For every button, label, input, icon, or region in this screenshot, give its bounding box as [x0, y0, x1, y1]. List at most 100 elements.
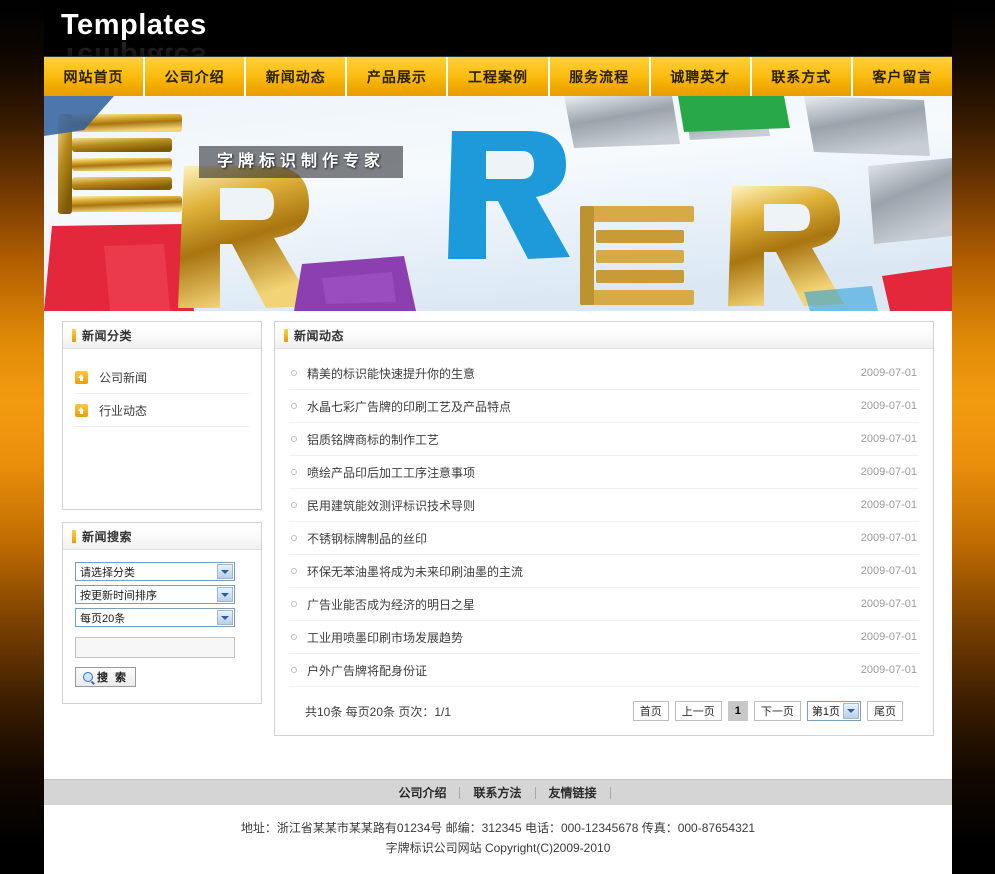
category-select-value: 请选择分类 [80, 566, 135, 579]
news-item-date: 2009-07-01 [860, 400, 917, 412]
nav-item-feedback[interactable]: 客户留言 [853, 57, 952, 96]
nav-item-news[interactable]: 新闻动态 [246, 57, 348, 96]
news-category-header: 新闻分类 [63, 322, 261, 349]
news-item-title: 铝质铭牌商标的制作工艺 [307, 432, 440, 447]
news-item-title: 水晶七彩广告牌的印刷工艺及产品特点 [307, 399, 512, 414]
list-item[interactable]: 铝质铭牌商标的制作工艺 2009-07-01 [289, 423, 919, 456]
site-logo[interactable]: Templates Templates [61, 8, 207, 56]
header-accent-bar [72, 529, 76, 543]
sort-select[interactable]: 按更新时间排序 [75, 585, 235, 604]
news-list-panel: 新闻动态 精美的标识能快速提升你的生意 2009-07-01 水晶七彩广告牌的印… [274, 321, 934, 736]
pagination-first-button[interactable]: 首页 [632, 701, 669, 721]
page-container: Templates Templates 网站首页 公司介绍 新闻动态 产品展示 … [44, 0, 952, 874]
footer-link-contact[interactable]: 联系方法 [460, 786, 536, 799]
pagination-current-page[interactable]: 1 [727, 701, 748, 721]
list-item[interactable]: 喷绘产品印后加工工序注意事项 2009-07-01 [289, 456, 919, 489]
pagination-info: 共10条 每页20条 页次：1/1 [305, 704, 452, 719]
footer-link-about[interactable]: 公司介绍 [385, 786, 461, 799]
nav-item-contact[interactable]: 联系方式 [752, 57, 853, 96]
circle-bullet-icon [291, 634, 297, 640]
circle-bullet-icon [291, 601, 297, 607]
news-item-title: 喷绘产品印后加工工序注意事项 [307, 465, 476, 480]
sidebar-item-company-news[interactable]: 公司新闻 [75, 361, 249, 394]
news-item-title: 环保无苯油墨将成为未来印刷油墨的主流 [307, 564, 524, 579]
chevron-down-icon [217, 610, 233, 625]
footer-copyright: 字牌标识公司网站 Copyright(C)2009-2010 [385, 841, 611, 855]
nav-item-cases[interactable]: 工程案例 [448, 57, 550, 96]
sidebar: 新闻分类 公司新闻 行业动态 新闻搜索 请选择分类 按更新时间排序 每页20条 … [62, 321, 262, 716]
list-item[interactable]: 不锈钢标牌制品的丝印 2009-07-01 [289, 522, 919, 555]
circle-bullet-icon [291, 568, 297, 574]
news-item-title: 精美的标识能快速提升你的生意 [307, 366, 476, 381]
news-item-date: 2009-07-01 [860, 367, 917, 379]
main-content: 新闻分类 公司新闻 行业动态 新闻搜索 请选择分类 按更新时间排序 每页20条 … [44, 311, 952, 779]
sort-select-value: 按更新时间排序 [80, 589, 157, 602]
pagesize-select-value: 每页20条 [80, 612, 126, 625]
site-logo-text: Templates [61, 9, 207, 41]
news-item-title: 不锈钢标牌制品的丝印 [307, 531, 428, 546]
news-category-body: 公司新闻 行业动态 [63, 349, 261, 509]
news-search-panel: 新闻搜索 请选择分类 按更新时间排序 每页20条 搜 索 [62, 522, 262, 704]
chevron-down-icon [217, 564, 233, 579]
list-item[interactable]: 精美的标识能快速提升你的生意 2009-07-01 [289, 357, 919, 390]
site-logo-reflection: Templates [61, 41, 207, 56]
circle-bullet-icon [291, 667, 297, 673]
pagination-page-select[interactable]: 第1页 [806, 701, 861, 721]
nav-item-jobs[interactable]: 诚聘英才 [651, 57, 752, 96]
pagination-controls: 首页 上一页 1 下一页 第1页 尾页 [632, 701, 903, 721]
magnifier-icon [83, 672, 93, 682]
circle-bullet-icon [291, 469, 297, 475]
list-item[interactable]: 广告业能否成为经济的明日之星 2009-07-01 [289, 588, 919, 621]
list-item[interactable]: 环保无苯油墨将成为未来印刷油墨的主流 2009-07-01 [289, 555, 919, 588]
circle-bullet-icon [291, 502, 297, 508]
chevron-down-icon [843, 703, 859, 719]
news-column: 新闻动态 精美的标识能快速提升你的生意 2009-07-01 水晶七彩广告牌的印… [274, 321, 934, 736]
nav-item-service[interactable]: 服务流程 [550, 57, 651, 96]
pagination-prev-button[interactable]: 上一页 [674, 701, 722, 721]
main-navigation: 网站首页 公司介绍 新闻动态 产品展示 工程案例 服务流程 诚聘英才 联系方式 … [44, 56, 952, 96]
news-item-date: 2009-07-01 [860, 631, 917, 643]
list-item[interactable]: 民用建筑能效测评标识技术导则 2009-07-01 [289, 489, 919, 522]
pagination-last-button[interactable]: 尾页 [867, 701, 903, 721]
news-item-date: 2009-07-01 [860, 598, 917, 610]
news-item-date: 2009-07-01 [860, 466, 917, 478]
hero-banner: 字牌标识制作专家 [44, 96, 952, 311]
up-arrow-icon [75, 370, 88, 384]
pagesize-select[interactable]: 每页20条 [75, 608, 235, 627]
news-item-title: 工业用喷墨印刷市场发展趋势 [307, 630, 464, 645]
news-category-panel: 新闻分类 公司新闻 行业动态 [62, 321, 262, 510]
footer-info: 地址：浙江省某某市某某路有01234号 邮编：312345 电话：000-123… [44, 805, 952, 858]
sidebar-item-industry-news[interactable]: 行业动态 [75, 394, 249, 427]
sidebar-item-label: 行业动态 [99, 403, 148, 418]
nav-item-about[interactable]: 公司介绍 [145, 57, 247, 96]
search-button-label: 搜 索 [97, 672, 129, 684]
list-item[interactable]: 水晶七彩广告牌的印刷工艺及产品特点 2009-07-01 [289, 390, 919, 423]
nav-item-home[interactable]: 网站首页 [44, 57, 146, 96]
news-item-title: 民用建筑能效测评标识技术导则 [307, 498, 476, 513]
right-edge-gradient [951, 0, 995, 874]
news-list-title: 新闻动态 [294, 328, 345, 343]
news-search-body: 请选择分类 按更新时间排序 每页20条 搜 索 [63, 550, 261, 703]
news-category-title: 新闻分类 [82, 328, 133, 343]
pagination-next-button[interactable]: 下一页 [753, 701, 801, 721]
search-keyword-input[interactable] [75, 637, 235, 658]
list-item[interactable]: 户外广告牌将配身份证 2009-07-01 [289, 654, 919, 687]
pagination: 共10条 每页20条 页次：1/1 首页 上一页 1 下一页 第1页 尾页 [289, 687, 919, 735]
pagination-page-select-value: 第1页 [811, 706, 840, 718]
category-select[interactable]: 请选择分类 [75, 562, 235, 581]
chevron-down-icon [217, 587, 233, 602]
footer-link-friendlinks[interactable]: 友情链接 [536, 786, 611, 799]
news-item-date: 2009-07-01 [860, 499, 917, 511]
circle-bullet-icon [291, 370, 297, 376]
news-item-title: 户外广告牌将配身份证 [307, 663, 428, 678]
news-item-date: 2009-07-01 [860, 433, 917, 445]
news-list-body: 精美的标识能快速提升你的生意 2009-07-01 水晶七彩广告牌的印刷工艺及产… [275, 349, 933, 735]
news-item-date: 2009-07-01 [860, 565, 917, 577]
banner-caption: 字牌标识制作专家 [199, 146, 404, 178]
up-arrow-icon [75, 403, 88, 417]
news-item-title: 广告业能否成为经济的明日之星 [307, 597, 476, 612]
list-item[interactable]: 工业用喷墨印刷市场发展趋势 2009-07-01 [289, 621, 919, 654]
nav-item-products[interactable]: 产品展示 [347, 57, 449, 96]
search-button[interactable]: 搜 索 [75, 667, 137, 687]
header-accent-bar [72, 328, 76, 342]
